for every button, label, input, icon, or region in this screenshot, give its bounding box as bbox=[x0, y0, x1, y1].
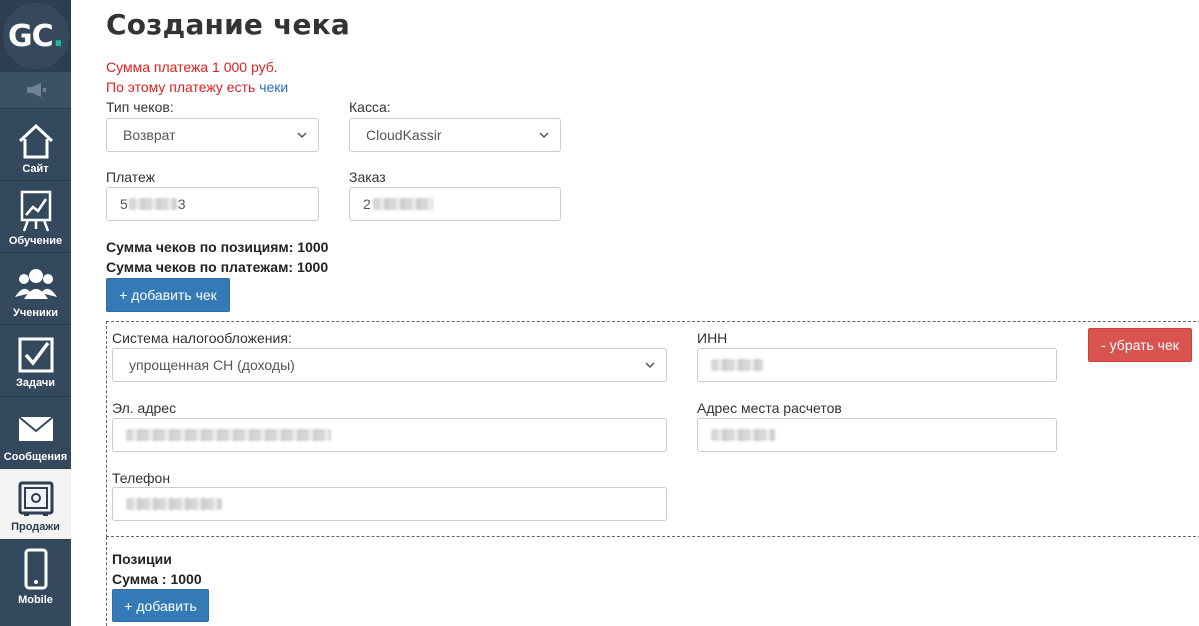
tax-system-label: Система налогообложения: bbox=[112, 330, 292, 346]
redacted-value bbox=[372, 198, 433, 210]
tax-system-select[interactable]: упрощенная СН (доходы) bbox=[112, 348, 667, 382]
sidebar-item-mobile[interactable]: Mobile bbox=[0, 539, 71, 626]
sidebar-item-label: Продажи bbox=[11, 521, 60, 533]
remove-receipt-button[interactable]: - убрать чек bbox=[1088, 328, 1192, 362]
positions-sum: Сумма : 1000 bbox=[112, 571, 202, 587]
sidebar-item-site[interactable]: Сайт bbox=[0, 108, 71, 180]
receipt-type-label: Тип чеков: bbox=[106, 99, 174, 115]
redacted-value bbox=[126, 429, 331, 441]
inn-input[interactable] bbox=[697, 348, 1057, 382]
safe-icon bbox=[18, 481, 53, 516]
address-input[interactable] bbox=[697, 418, 1057, 452]
sum-by-payments: Сумма чеков по платежам: 1000 bbox=[106, 259, 329, 275]
chevron-down-icon bbox=[539, 132, 549, 139]
phone-label: Телефон bbox=[112, 470, 171, 486]
receipt-type-select[interactable]: Возврат bbox=[106, 118, 319, 152]
receipt-type-value: Возврат bbox=[123, 127, 176, 143]
logo-text: GC. bbox=[7, 18, 64, 54]
logo[interactable]: GC. bbox=[0, 0, 71, 72]
alert-text: По этому платежу есть bbox=[106, 79, 260, 95]
redacted-value bbox=[711, 429, 775, 441]
users-icon bbox=[14, 269, 57, 299]
page-title: Создание чека bbox=[106, 8, 350, 41]
payment-value-end: 3 bbox=[177, 196, 186, 212]
order-value-start: 2 bbox=[363, 196, 371, 212]
receipts-link[interactable]: чеки bbox=[259, 79, 288, 95]
sum-by-positions: Сумма чеков по позициям: 1000 bbox=[106, 239, 329, 255]
cashbox-value: CloudKassir bbox=[366, 127, 442, 143]
sidebar-item-label: Сайт bbox=[22, 163, 49, 175]
payment-amount-alert: Сумма платежа 1 000 руб. bbox=[106, 59, 278, 75]
checkbox-icon bbox=[18, 337, 53, 373]
chart-board-icon bbox=[20, 190, 51, 232]
redacted-value bbox=[126, 498, 222, 510]
sidebar-item-label: Задачи bbox=[16, 377, 55, 389]
sidebar-item-label: Mobile bbox=[18, 594, 53, 606]
logo-circle: GC. bbox=[2, 3, 69, 69]
chevron-down-icon bbox=[645, 362, 655, 369]
megaphone-icon[interactable] bbox=[0, 72, 71, 108]
positions-panel bbox=[106, 537, 107, 626]
payment-input[interactable]: 5 3 bbox=[106, 187, 319, 221]
redacted-value bbox=[711, 359, 763, 371]
chevron-down-icon bbox=[297, 132, 307, 139]
sidebar-item-label: Сообщения bbox=[3, 451, 68, 463]
tax-system-value: упрощенная СН (доходы) bbox=[129, 357, 295, 373]
payment-receipts-alert: По этому платежу есть чеки bbox=[106, 79, 288, 95]
add-position-button[interactable]: + добавить bbox=[112, 589, 209, 622]
sidebar-item-students[interactable]: Ученики bbox=[0, 252, 71, 324]
sidebar: GC. Сайт Обучение Ученики Задачи Сообщен… bbox=[0, 0, 71, 626]
cashbox-label: Касса: bbox=[349, 99, 391, 115]
phone-input[interactable] bbox=[112, 487, 667, 521]
address-label: Адрес места расчетов bbox=[697, 400, 842, 416]
sidebar-item-learning[interactable]: Обучение bbox=[0, 180, 71, 252]
redacted-value bbox=[128, 198, 177, 210]
main-content: Создание чека Сумма платежа 1 000 руб. П… bbox=[71, 0, 1199, 626]
home-icon bbox=[18, 123, 53, 159]
order-label: Заказ bbox=[349, 169, 386, 185]
email-input[interactable] bbox=[112, 418, 667, 452]
sidebar-item-label: Ученики bbox=[12, 307, 59, 319]
payment-value-start: 5 bbox=[120, 196, 128, 212]
sidebar-item-messages[interactable]: Сообщения bbox=[0, 396, 71, 468]
positions-title: Позиции bbox=[112, 551, 172, 567]
sidebar-item-tasks[interactable]: Задачи bbox=[0, 324, 71, 396]
payment-label: Платеж bbox=[106, 169, 155, 185]
envelope-icon bbox=[17, 416, 54, 441]
email-label: Эл. адрес bbox=[112, 400, 177, 416]
add-receipt-button[interactable]: + добавить чек bbox=[106, 278, 230, 312]
inn-label: ИНН bbox=[697, 330, 728, 346]
phone-icon bbox=[24, 548, 47, 590]
sidebar-item-sales[interactable]: Продажи bbox=[0, 468, 71, 539]
order-input[interactable]: 2 bbox=[349, 187, 561, 221]
sidebar-item-label: Обучение bbox=[8, 235, 63, 247]
cashbox-select[interactable]: CloudKassir bbox=[349, 118, 561, 152]
